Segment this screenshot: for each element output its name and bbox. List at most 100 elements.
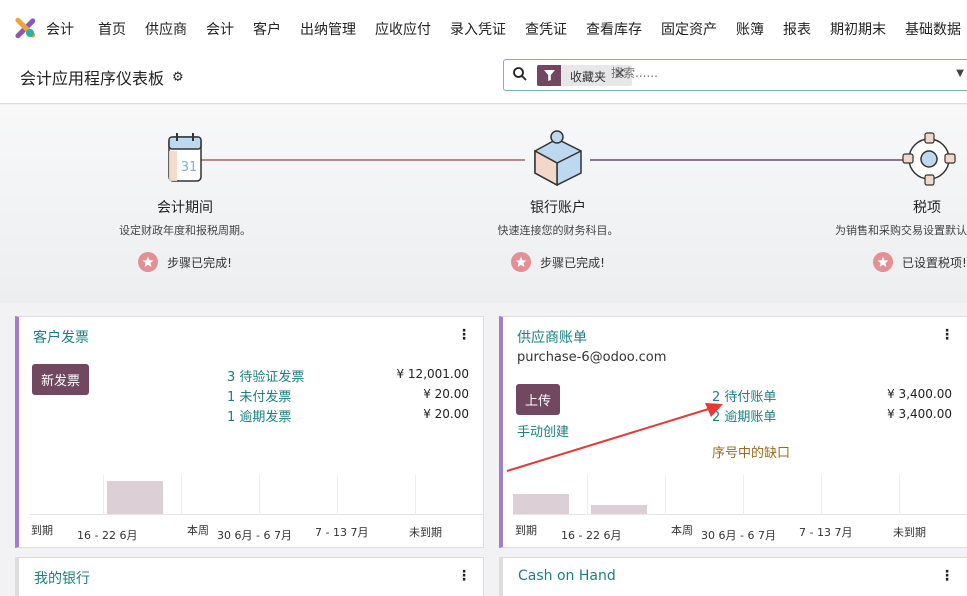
search-input[interactable]	[611, 66, 941, 80]
app-name[interactable]: 会计	[46, 19, 74, 39]
menu-item-home[interactable]: 首页	[98, 19, 126, 39]
menu-item-cashier[interactable]: 出纳管理	[300, 19, 356, 39]
accounting-app-logo-icon[interactable]	[14, 17, 36, 39]
chart-x-label: 7 - 13 7月	[315, 526, 369, 539]
sequence-gap-warning[interactable]: 序号中的缺口	[712, 442, 790, 461]
bills-aging-chart[interactable]	[513, 475, 967, 515]
chart-x-label: 未到期	[893, 526, 926, 539]
menu-item-reports[interactable]: 报表	[783, 19, 811, 39]
chart-x-label: 到期	[515, 524, 537, 537]
chart-x-label: 16 - 22 6月	[77, 529, 138, 542]
chart-gridline	[743, 475, 744, 515]
onboarding-step-fiscal-year[interactable]: 31 会计期间 设定财政年度和报税周期。 步骤已完成!	[105, 129, 265, 272]
onboarding-panel: 31 会计期间 设定财政年度和报税周期。 步骤已完成! 银行账户 快速连接您的财…	[0, 105, 967, 303]
step-status-text: 步骤已完成!	[167, 255, 232, 270]
card-options-kebab-icon[interactable]: ⋮	[457, 568, 471, 584]
onboarding-step-bank-account[interactable]: 银行账户 快速连接您的财务科目。 步骤已完成!	[478, 129, 638, 272]
onboarding-step-taxes[interactable]: 税项 为销售和采购交易设置默认税项。 已设置税项!	[835, 129, 967, 272]
chart-gridline	[665, 475, 666, 515]
search-icon[interactable]	[512, 66, 528, 82]
card-options-kebab-icon[interactable]: ⋮	[940, 568, 954, 584]
menu-item-fixed-assets[interactable]: 固定资产	[661, 19, 717, 39]
stat-link-overdue[interactable]: 2 逾期账单	[712, 406, 776, 425]
onboarding-step-status: 步骤已完成!	[105, 252, 265, 272]
stat-link-unpaid[interactable]: 1 未付发票	[227, 386, 291, 405]
card-title[interactable]: 客户发票	[33, 327, 89, 347]
gear-icon	[902, 132, 956, 186]
my-bank-card: 我的银行 ⋮	[15, 557, 484, 596]
chart-x-label: 16 - 22 6月	[561, 529, 622, 542]
chart-x-label: 未到期	[409, 526, 442, 539]
card-title[interactable]: Cash on Hand	[518, 568, 616, 584]
chart-x-label: 7 - 13 7月	[799, 526, 853, 539]
menu-item-vendors[interactable]: 供应商	[145, 19, 187, 39]
stat-amount: ¥ 20.00	[423, 387, 469, 401]
search-options-caret-icon[interactable]: ▼	[956, 68, 964, 79]
chart-gridline	[415, 475, 416, 515]
new-invoice-button[interactable]: 新发票	[32, 364, 90, 395]
onboarding-step-status: 已设置税项!	[873, 252, 967, 272]
chart-gridline	[337, 475, 338, 515]
card-options-kebab-icon[interactable]: ⋮	[457, 327, 471, 343]
menu-item-period-open-close[interactable]: 期初期末	[830, 19, 886, 39]
card-title[interactable]: 供应商账单	[517, 327, 587, 347]
chart-x-label: 到期	[31, 524, 53, 537]
onboarding-step-title: 会计期间	[157, 200, 213, 216]
upload-button[interactable]: 上传	[516, 384, 561, 415]
puzzle-icon	[534, 130, 582, 187]
chart-bar[interactable]	[107, 481, 163, 514]
chart-x-label: 本周	[671, 524, 693, 537]
chart-gridline	[181, 475, 182, 515]
menu-item-find-voucher[interactable]: 查凭证	[525, 19, 567, 39]
menu-item-receivables-payables[interactable]: 应收应付	[375, 19, 431, 39]
step-done-star-icon	[511, 252, 532, 272]
menu-item-inventory[interactable]: 查看库存	[586, 19, 642, 39]
menu-item-enter-voucher[interactable]: 录入凭证	[450, 19, 506, 39]
vendor-bills-card: 供应商账单 ⋮ purchase-6@odoo.com 上传 手动创建 2 待付…	[499, 316, 967, 548]
invoices-aging-chart[interactable]	[29, 475, 483, 515]
chart-bar[interactable]	[513, 494, 569, 514]
onboarding-step-desc: 为销售和采购交易设置默认税项。	[835, 224, 967, 237]
card-title[interactable]: 我的银行	[34, 568, 90, 588]
chart-gridline	[899, 475, 900, 515]
page-title-text: 会计应用程序仪表板	[20, 69, 165, 88]
menu-item-ledgers[interactable]: 账簿	[736, 19, 764, 39]
onboarding-step-title: 税项	[913, 200, 941, 216]
onboarding-step-title: 银行账户	[530, 200, 586, 216]
step-done-star-icon	[138, 252, 159, 272]
stat-link-to-pay[interactable]: 2 待付账单	[712, 386, 776, 405]
settings-gear-icon[interactable]: ⚙	[172, 70, 184, 85]
stat-amount: ¥ 12,001.00	[396, 367, 469, 381]
step-status-text: 已设置税项!	[902, 255, 967, 270]
menu-item-master-data[interactable]: 基础数据	[905, 19, 961, 39]
facet-label: 收藏夹	[570, 70, 607, 84]
chart-bar[interactable]	[591, 505, 647, 514]
stat-link-overdue[interactable]: 1 逾期发票	[227, 406, 291, 425]
stat-amount: ¥ 3,400.00	[887, 407, 952, 421]
page-title: 会计应用程序仪表板 ⚙	[20, 65, 184, 89]
card-options-kebab-icon[interactable]: ⋮	[940, 327, 954, 343]
menu-item-customers[interactable]: 客户	[253, 19, 281, 39]
onboarding-step-status: 步骤已完成!	[478, 252, 638, 272]
stat-amount: ¥ 20.00	[423, 407, 469, 421]
chart-gridline	[821, 475, 822, 515]
menu-item-accounting[interactable]: 会计	[206, 19, 234, 39]
chart-x-label: 本周	[187, 524, 209, 537]
onboarding-step-desc: 设定财政年度和报税周期。	[119, 224, 251, 237]
control-panel: 会计应用程序仪表板 ⚙ 收藏夹 ✕ ▼	[0, 56, 967, 104]
cash-on-hand-card: Cash on Hand ⋮	[499, 557, 967, 596]
chart-gridline	[587, 475, 588, 515]
calendar-day: 31	[181, 160, 198, 175]
top-navbar: 会计 首页 供应商 会计 客户 出纳管理 应收应付 录入凭证 查凭证 查看库存 …	[0, 0, 967, 56]
search-box[interactable]: 收藏夹 ✕ ▼	[503, 59, 967, 91]
vendor-bills-email[interactable]: purchase-6@odoo.com	[517, 350, 666, 365]
manual-create-link[interactable]: 手动创建	[517, 421, 569, 440]
stat-link-to-validate[interactable]: 3 待验证发票	[227, 366, 304, 385]
chart-x-label: 30 6月 - 6 7月	[217, 529, 292, 542]
stat-amount: ¥ 3,400.00	[887, 387, 952, 401]
calendar-icon: 31	[168, 133, 202, 182]
step-status-text: 步骤已完成!	[540, 255, 605, 270]
step-done-star-icon	[873, 252, 893, 272]
onboarding-step-desc: 快速连接您的财务科目。	[497, 224, 619, 237]
chart-x-label: 30 6月 - 6 7月	[701, 529, 776, 542]
